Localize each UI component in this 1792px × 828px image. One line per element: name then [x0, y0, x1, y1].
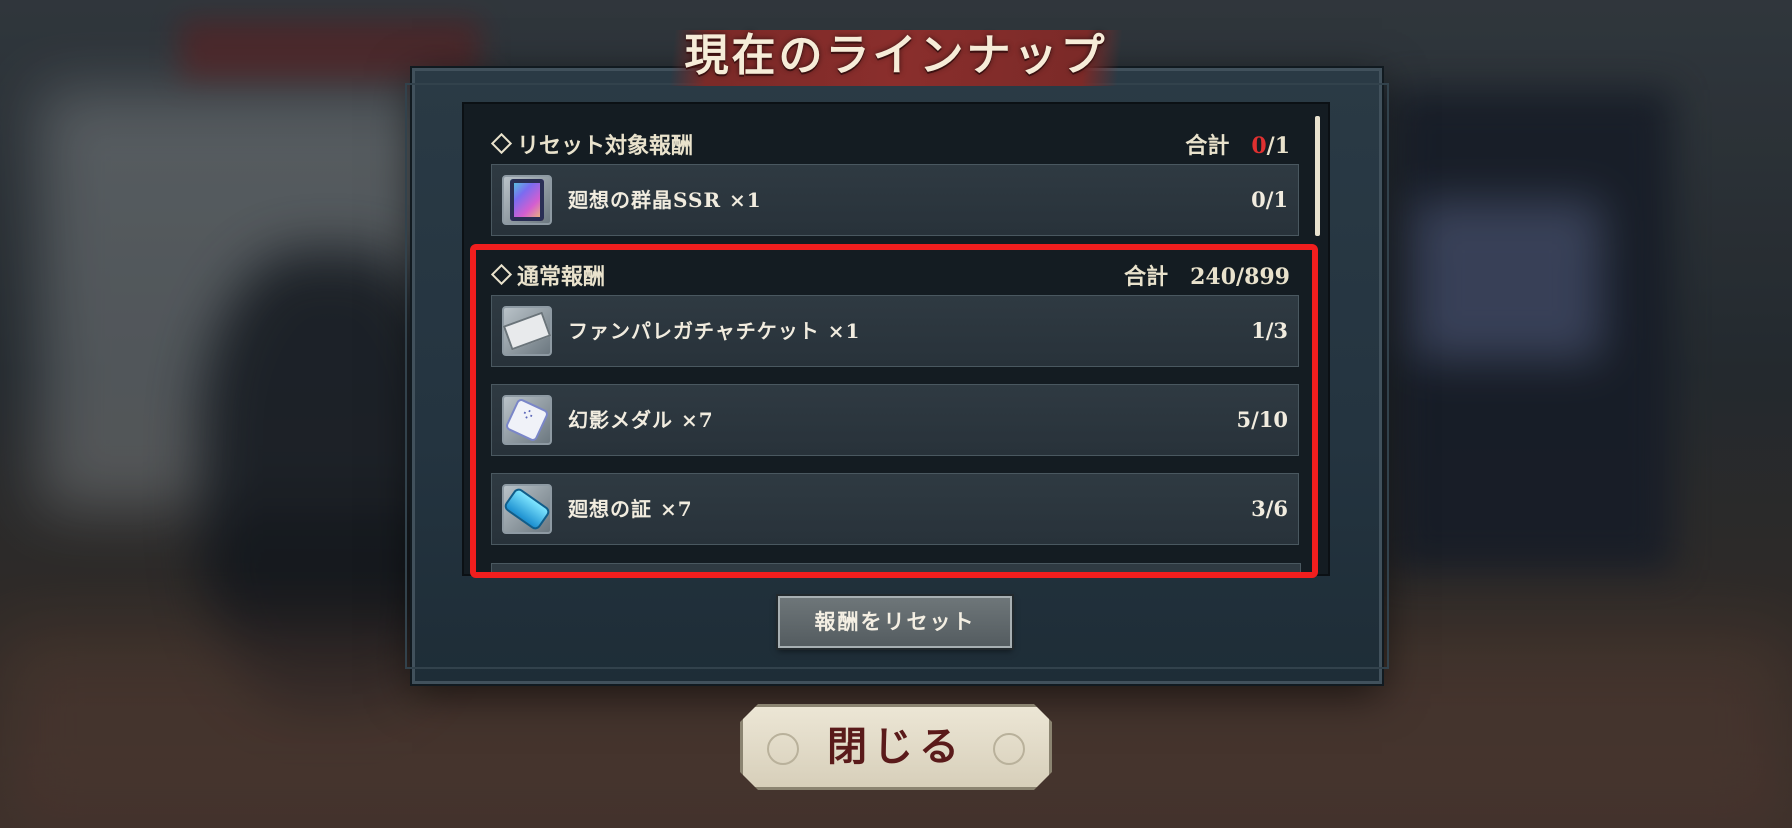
- reset-rewards-button[interactable]: 報酬をリセット: [778, 596, 1012, 648]
- ornament-icon: [767, 733, 799, 765]
- reward-name: 幻影メダル ×7: [568, 408, 714, 432]
- reward-count: 3/6: [1251, 496, 1288, 521]
- reward-row-proof[interactable]: 廻想の証 ×7 3/6: [491, 473, 1299, 545]
- reward-row-partial: [491, 563, 1301, 574]
- reward-row-gacha-ticket[interactable]: ファンパレガチャチケット ×1 1/3: [491, 295, 1299, 367]
- close-button-label: 閉じる: [827, 723, 965, 770]
- total-label: 合計: [1124, 264, 1169, 290]
- proof-icon: [502, 484, 552, 534]
- reset-rewards-header: リセット対象報酬 合計 0/1: [490, 128, 1290, 162]
- gacha-ticket-icon: [502, 306, 552, 356]
- reset-total-current: 0: [1251, 133, 1267, 159]
- reset-total-max: /1: [1266, 133, 1290, 159]
- normal-rewards-header: 通常報酬 合計 240/899: [490, 259, 1290, 293]
- normal-rewards-total: 合計 240/899: [1124, 259, 1290, 291]
- modal-title: 現在のラインナップ: [684, 30, 1108, 81]
- reward-row-phantom-medal[interactable]: 幻影メダル ×7 5/10: [491, 384, 1299, 456]
- scrollbar[interactable]: [1315, 116, 1320, 236]
- reward-name: 廻想の証 ×7: [568, 497, 693, 521]
- crystal-ssr-icon: [502, 175, 552, 225]
- ornament-icon: [993, 733, 1025, 765]
- diamond-icon: [490, 132, 513, 154]
- phantom-medal-icon: [502, 395, 552, 445]
- reward-row-crystal-ssr[interactable]: 廻想の群晶SSR ×1 0/1: [491, 164, 1299, 236]
- reward-count: 5/10: [1236, 407, 1288, 432]
- reward-name: ファンパレガチャチケット ×1: [568, 319, 861, 343]
- normal-total-value: 240/899: [1190, 264, 1290, 290]
- diamond-icon: [490, 263, 513, 285]
- normal-rewards-label: 通常報酬: [517, 264, 606, 290]
- total-label: 合計: [1185, 133, 1230, 159]
- reward-count: 1/3: [1251, 318, 1288, 343]
- close-button[interactable]: 閉じる: [740, 704, 1052, 790]
- reset-rewards-total: 合計 0/1: [1185, 128, 1290, 160]
- reward-name: 廻想の群晶SSR ×1: [568, 188, 762, 212]
- reward-count: 0/1: [1251, 187, 1288, 212]
- reset-rewards-label: リセット対象報酬: [517, 133, 694, 159]
